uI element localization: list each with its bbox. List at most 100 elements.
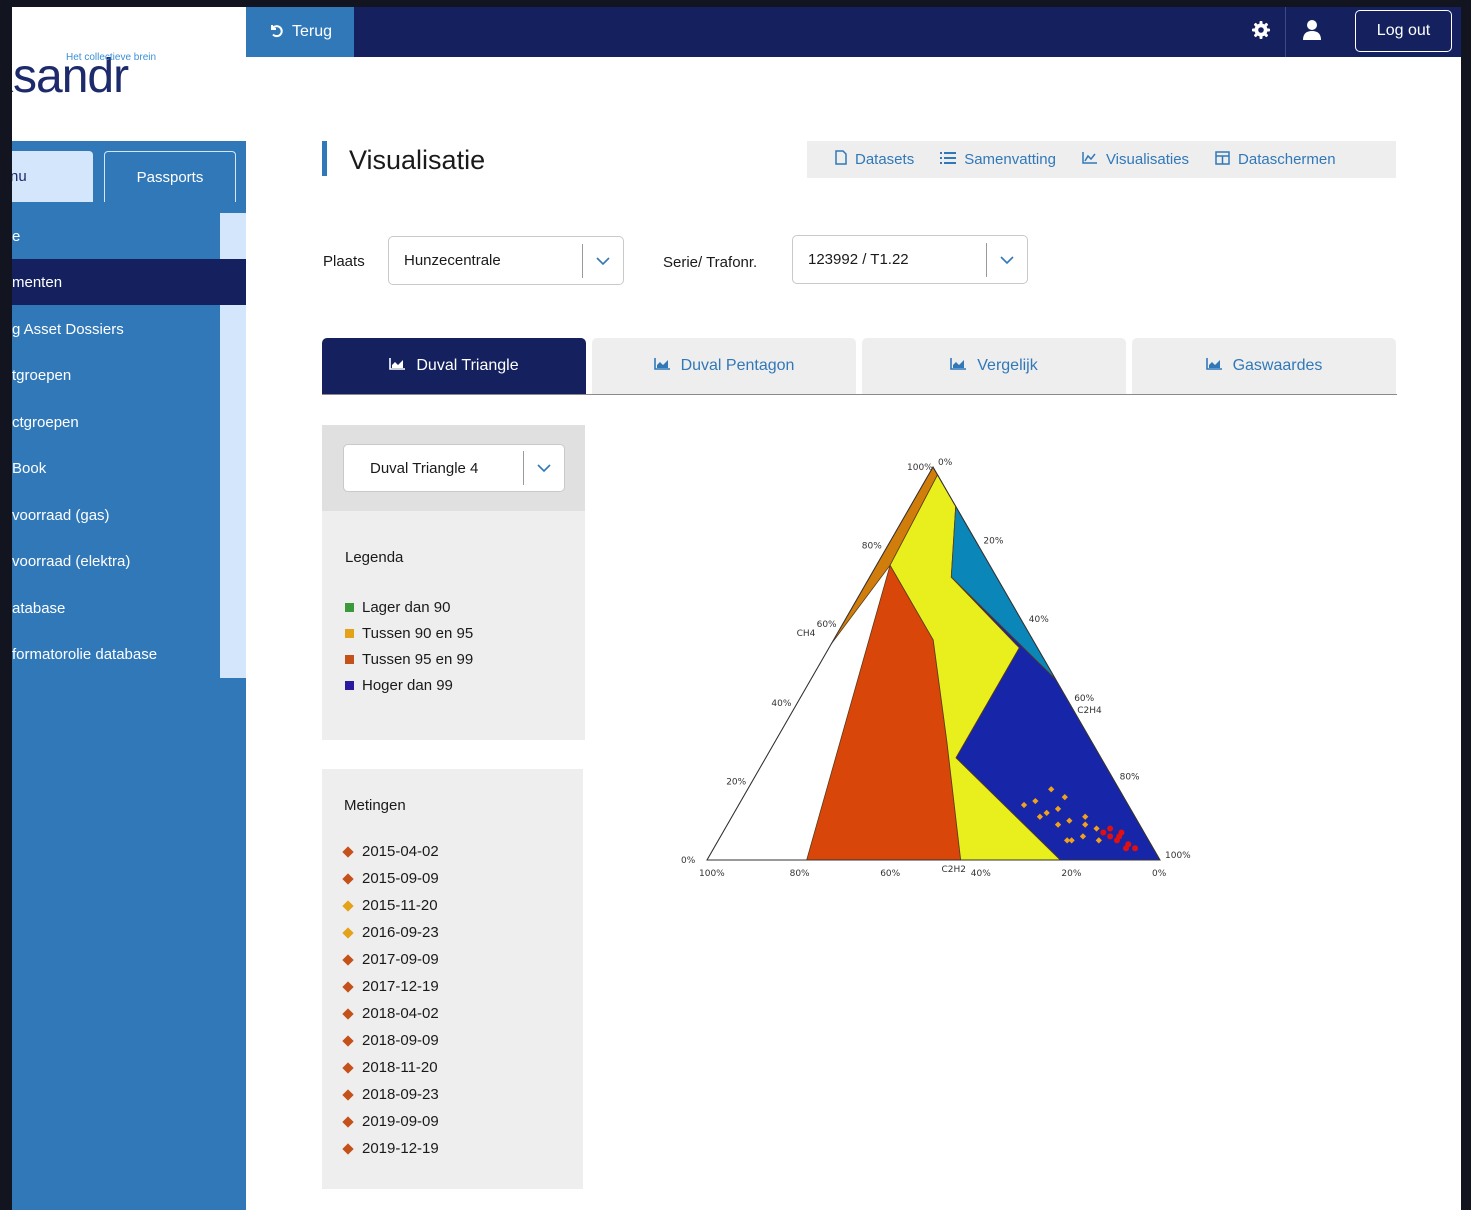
sidebar-item-4[interactable]: tgroepen [12, 352, 220, 398]
tab-gaswaardes[interactable]: Gaswaardes [1132, 338, 1396, 394]
subnav-dataschermen[interactable]: Dataschermen [1215, 150, 1336, 169]
diamond-marker-icon [342, 872, 354, 885]
list-icon [940, 151, 957, 169]
meting-item: 2018-11-20 [342, 1059, 438, 1076]
meting-date: 2015-04-02 [362, 843, 439, 860]
meting-date: 2017-12-19 [362, 978, 439, 995]
triangle-type-select[interactable]: Duval Triangle 4 [343, 444, 565, 492]
data-point-red [1100, 829, 1107, 836]
meting-date: 2018-09-09 [362, 1032, 439, 1049]
sidebar-item-7[interactable]: voorraad (gas) [12, 492, 220, 538]
duval-triangle-svg: 0% 20% 40% 60% 80% 100% 0% 20% 40% 60% 80% 100% 100%… [681, 458, 1191, 879]
subnav-visualisaties[interactable]: Visualisaties [1082, 151, 1189, 168]
diamond-marker-icon [342, 1034, 354, 1047]
tick-label-bottom: 60% [880, 869, 900, 879]
data-point-red [1118, 829, 1125, 836]
user-button[interactable] [1287, 7, 1337, 57]
meting-item: 2015-09-09 [342, 870, 439, 887]
tick-label-left: 100% [907, 463, 933, 473]
back-button[interactable]: Terug [246, 7, 354, 57]
meting-item: 2019-12-19 [342, 1140, 439, 1157]
subnav-label: Datasets [855, 151, 915, 168]
back-label: Terug [291, 23, 333, 40]
legend-item: Tussen 95 en 99 [345, 651, 473, 668]
sidebar-item-5[interactable]: ctgroepen [12, 399, 220, 445]
sidebar-tab-passports[interactable]: Passports [104, 151, 236, 202]
logout-button[interactable]: Log out [1355, 10, 1452, 52]
tick-label-left: 60% [817, 620, 837, 630]
tab-label: Gaswaardes [1232, 357, 1323, 374]
sidebar-menu: e menten g Asset Dossiers tgroepen ctgro… [12, 213, 246, 678]
diamond-marker-icon [342, 1007, 354, 1020]
duval-triangle-chart: 0% 20% 40% 60% 80% 100% 0% 20% 40% 60% 80% 100% 100%… [662, 447, 1222, 907]
diamond-marker-icon [342, 980, 354, 993]
legend-label: Lager dan 90 [362, 599, 451, 616]
settings-button[interactable] [1236, 7, 1286, 57]
sidebar-item-1[interactable]: e [12, 213, 220, 259]
tick-label-bottom: 40% [971, 869, 991, 879]
diamond-marker-icon [342, 926, 354, 939]
sub-navigation: Datasets Samenvatting Visualisaties Data… [807, 141, 1396, 178]
plaats-label: Plaats [323, 253, 365, 270]
legend-swatch [345, 603, 354, 612]
meting-item: 2016-09-23 [342, 924, 439, 941]
meting-item: 2015-11-20 [342, 897, 438, 914]
tab-duval-pentagon[interactable]: Duval Pentagon [592, 338, 856, 394]
tick-label-right: 100% [1165, 851, 1191, 861]
meting-item: 2015-04-02 [342, 843, 439, 860]
data-point-red [1123, 845, 1130, 852]
meting-date: 2015-11-20 [362, 897, 438, 914]
tick-label-left: 20% [726, 777, 746, 787]
tick-label-left: 40% [771, 699, 791, 709]
serie-label: Serie/ Trafonr. [663, 254, 758, 271]
tick-label-bottom: 100% [699, 869, 725, 879]
plaats-select[interactable]: Hunzecentrale [388, 236, 624, 285]
tab-vergelijk[interactable]: Vergelijk [862, 338, 1126, 394]
legend-item: Hoger dan 99 [345, 677, 453, 694]
diamond-marker-icon [342, 1088, 354, 1101]
legend-title: Legenda [345, 549, 404, 566]
data-point-red [1107, 833, 1114, 840]
diamond-marker-icon [342, 953, 354, 966]
subnav-label: Samenvatting [964, 151, 1056, 168]
meting-date: 2018-09-23 [362, 1086, 439, 1103]
legend-item: Lager dan 90 [345, 599, 450, 616]
serie-value: 123992 / T1.22 [808, 251, 909, 268]
subnav-samenvatting[interactable]: Samenvatting [940, 151, 1056, 169]
tick-label-right: 20% [983, 537, 1003, 547]
tab-label: Vergelijk [977, 357, 1038, 374]
title-accent [322, 141, 327, 176]
top-bar: Terug Log out [246, 7, 1461, 57]
sidebar-item-9[interactable]: atabase [12, 585, 220, 631]
gear-icon [1251, 20, 1271, 45]
legend-label: Tussen 90 en 95 [362, 625, 474, 642]
meting-item: 2017-09-09 [342, 951, 439, 968]
chevron-down-icon [583, 256, 623, 265]
subnav-label: Visualisaties [1105, 151, 1190, 168]
sidebar-item-10[interactable]: formatorolie database [12, 631, 220, 677]
chart-icon [1082, 151, 1098, 168]
sidebar-item-3[interactable]: g Asset Dossiers [12, 306, 220, 352]
logo-tagline: Het collectieve brein [66, 52, 157, 63]
serie-select[interactable]: 123992 / T1.22 [792, 235, 1028, 284]
legend-label: Hoger dan 99 [362, 677, 453, 694]
diamond-marker-icon [342, 899, 354, 912]
document-icon [835, 150, 847, 169]
sidebar-tab-menu[interactable]: nu [12, 151, 93, 202]
subnav-datasets[interactable]: Datasets [835, 150, 914, 169]
data-point-red [1107, 825, 1114, 832]
sidebar-item-2[interactable]: menten [12, 259, 246, 305]
tick-label-bottom: 80% [790, 869, 810, 879]
legend-panel: Duval Triangle 4 Legenda Lager dan 90 Tu… [322, 425, 585, 740]
tick-label-right: 0% [938, 458, 953, 468]
tick-label-left: 80% [862, 542, 882, 552]
data-point-red [1132, 845, 1139, 852]
sidebar-item-8[interactable]: voorraad (elektra) [12, 538, 220, 584]
diamond-marker-icon [342, 1115, 354, 1128]
legend-item: Tussen 90 en 95 [345, 625, 473, 642]
tab-duval-triangle[interactable]: Duval Triangle [322, 338, 586, 394]
visualisation-tabs: Duval Triangle Duval Pentagon Vergelijk … [322, 338, 1397, 395]
area-chart-icon [950, 357, 967, 375]
tick-label-bottom: 0% [1152, 869, 1167, 879]
sidebar-item-6[interactable]: Book [12, 445, 220, 491]
